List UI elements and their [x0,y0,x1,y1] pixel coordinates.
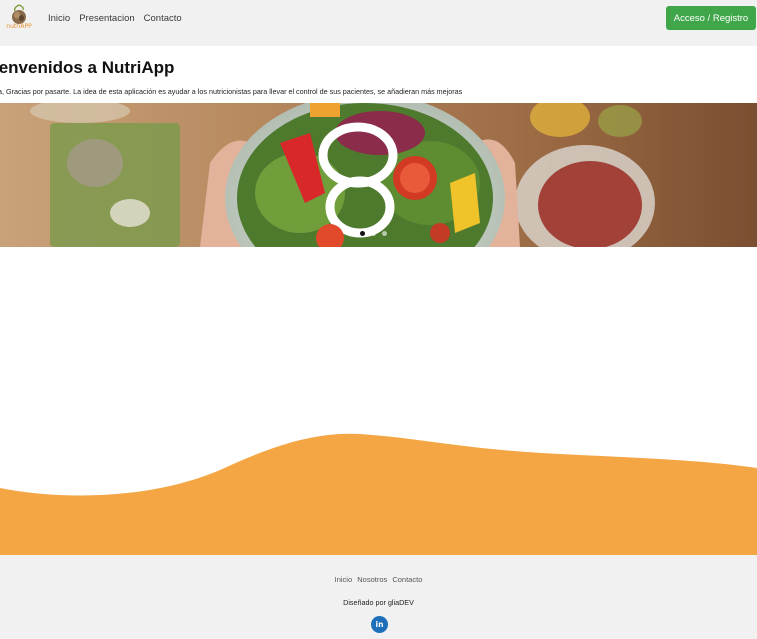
carousel-dot-2[interactable] [371,231,376,236]
nav-link-presentacion[interactable]: Presentacion [79,13,134,24]
footer-link-contacto[interactable]: Contacto [392,575,422,584]
footer-link-nosotros[interactable]: Nosotros [357,575,387,584]
navbar: nutriAPP Inicio Presentacion Contacto Ac… [0,0,757,46]
nav-link-inicio[interactable]: Inicio [48,13,70,24]
footer-link-inicio[interactable]: Inicio [335,575,353,584]
footer: Inicio Nosotros Contacto Diseñado por gl… [0,555,757,639]
nav-links: Inicio Presentacion Contacto [48,13,191,24]
nav-link-contacto[interactable]: Contacto [144,13,182,24]
app-logo[interactable]: nutriAPP [0,3,38,41]
carousel-dot-1[interactable] [360,231,365,236]
orange-wave-divider [0,433,757,556]
linkedin-icon[interactable]: in [371,616,388,633]
salad-banner-image [0,103,757,247]
footer-credit: Diseñado por gliaDEV [343,598,414,607]
seed-logo-icon [12,4,26,24]
page: nutriAPP Inicio Presentacion Contacto Ac… [0,0,757,639]
footer-links: Inicio Nosotros Contacto [0,575,757,584]
access-register-button[interactable]: Acceso / Registro [666,6,756,30]
page-subtitle: a, Gracias por pasarte. La idea de esta … [0,87,463,96]
carousel-indicators [360,231,387,236]
logo-text: nutriAPP [6,23,32,30]
page-title: ienvenidos a NutriApp [0,58,175,77]
salad-bowl-photo [0,103,757,247]
carousel-dot-3[interactable] [382,231,387,236]
